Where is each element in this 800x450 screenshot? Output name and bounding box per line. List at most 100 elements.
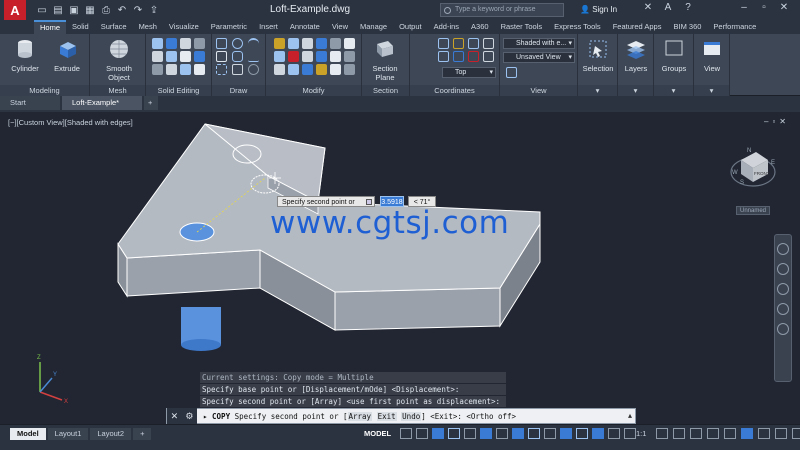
mirror-icon[interactable] [330, 38, 341, 49]
tab-mesh[interactable]: Mesh [133, 20, 163, 34]
imprint-icon[interactable] [152, 64, 163, 75]
polar-tracking-icon[interactable] [480, 428, 492, 439]
fillet-icon[interactable] [344, 38, 355, 49]
tab-a360[interactable]: A360 [465, 20, 495, 34]
ucs-3point-icon[interactable] [483, 38, 494, 49]
tab-solid[interactable]: Solid [66, 20, 95, 34]
shell-icon[interactable] [180, 51, 191, 62]
close-command-line-icon[interactable]: ✕ [171, 411, 179, 422]
add-layout-button[interactable]: + [133, 428, 152, 440]
smooth-object-button[interactable]: Smooth Object [102, 38, 136, 82]
trim-icon[interactable] [302, 38, 313, 49]
dynamic-input-icon[interactable] [448, 428, 460, 439]
isolate-objects-icon[interactable] [741, 428, 753, 439]
explode-icon[interactable] [344, 51, 355, 62]
hardware-acceleration-icon[interactable] [758, 428, 770, 439]
extract-edges-icon[interactable] [166, 51, 177, 62]
stretch-icon[interactable] [274, 51, 285, 62]
extrude-faces-icon[interactable] [194, 64, 205, 75]
lock-ui-icon[interactable] [724, 428, 736, 439]
annotation-monitor-icon[interactable] [673, 428, 685, 439]
autodesk-app-icon[interactable]: A [660, 2, 676, 16]
ortho-icon[interactable] [464, 428, 476, 439]
subtract-icon[interactable] [166, 38, 177, 49]
infer-constraints-icon[interactable] [432, 428, 444, 439]
search-input[interactable]: Type a keyword or phrase [440, 3, 564, 17]
redo-icon[interactable]: ↷ [132, 4, 144, 16]
ucs-z-icon[interactable] [468, 51, 479, 62]
new-tab-button[interactable]: + [144, 96, 158, 110]
array-icon[interactable] [316, 51, 327, 62]
quick-properties-icon[interactable] [707, 428, 719, 439]
undo-icon[interactable]: ↶ [116, 4, 128, 16]
named-view-dropdown[interactable]: Unnamed [736, 206, 770, 215]
3d-mirror-icon[interactable] [330, 64, 341, 75]
erase-icon[interactable] [288, 51, 299, 62]
zoom-icon[interactable] [777, 283, 789, 295]
save-as-icon[interactable]: ▦ [84, 4, 96, 16]
3d-rotate-icon[interactable] [302, 64, 313, 75]
taper-faces-icon[interactable] [180, 64, 191, 75]
ucs-y-icon[interactable] [453, 51, 464, 62]
customize-wrench-icon[interactable]: ⚙ [185, 411, 193, 422]
3d-align-icon[interactable] [344, 64, 355, 75]
workspace-gear-icon[interactable] [656, 428, 668, 439]
ucs-x-icon[interactable] [438, 51, 449, 62]
ucs-view-icon[interactable] [483, 51, 494, 62]
gizmo-icon[interactable] [608, 428, 620, 439]
command-line[interactable]: ✕ ⚙ ▸ COPY Specify second point or [Arra… [166, 408, 636, 424]
panel-label-view-expand[interactable]: ▾ [694, 85, 729, 96]
tab-featured-apps[interactable]: Featured Apps [607, 20, 668, 34]
app-menu-button[interactable]: A [4, 0, 26, 20]
grid-icon[interactable] [400, 428, 412, 439]
showmotion-icon[interactable] [777, 323, 789, 335]
separate-icon[interactable] [194, 51, 205, 62]
tab-performance[interactable]: Performance [707, 20, 762, 34]
tab-parametric[interactable]: Parametric [205, 20, 253, 34]
model-space-toggle[interactable]: MODEL [364, 429, 391, 438]
tab-manage[interactable]: Manage [354, 20, 393, 34]
tab-view[interactable]: View [326, 20, 354, 34]
move-icon[interactable] [274, 38, 285, 49]
3d-osnap-icon[interactable] [592, 428, 604, 439]
option-exit[interactable]: Exit [376, 411, 397, 421]
panel-label-selection-expand[interactable]: ▾ [578, 85, 617, 96]
close-icon[interactable]: ✕ [776, 2, 792, 16]
ucs-origin-icon[interactable] [468, 38, 479, 49]
file-tab-loft-example[interactable]: Loft-Example* [62, 96, 142, 110]
isometric-icon[interactable] [496, 428, 508, 439]
ucs-view-dropdown[interactable]: Top [442, 67, 496, 78]
option-undo[interactable]: Undo [401, 411, 422, 421]
tab-annotate[interactable]: Annotate [284, 20, 326, 34]
clean-screen-icon[interactable] [775, 428, 787, 439]
file-tab-start[interactable]: Start [0, 96, 60, 110]
command-history-recent-icon[interactable]: ▸ [203, 412, 212, 421]
ucs-icon[interactable] [438, 38, 449, 49]
polyline-icon[interactable] [248, 51, 259, 62]
command-prompt[interactable]: ▸ COPY Specify second point or [Array Ex… [197, 411, 516, 421]
rectangle-icon[interactable] [216, 51, 227, 62]
fillet-edge-icon[interactable] [152, 51, 163, 62]
pan-icon[interactable] [777, 263, 789, 275]
tab-raster-tools[interactable]: Raster Tools [495, 20, 549, 34]
share-icon[interactable]: ⇪ [148, 4, 160, 16]
groups-button[interactable]: Groups [657, 38, 691, 73]
ucs-world-icon[interactable] [453, 38, 464, 49]
snap-icon[interactable] [416, 428, 428, 439]
exchange-icon[interactable]: ✕ [640, 2, 656, 16]
align-icon[interactable] [274, 64, 285, 75]
tab-layout1[interactable]: Layout1 [47, 428, 89, 440]
customization-menu-icon[interactable] [792, 428, 800, 439]
tab-home[interactable]: Home [34, 20, 67, 34]
tab-express-tools[interactable]: Express Tools [548, 20, 607, 34]
3d-move-icon[interactable] [288, 64, 299, 75]
union-icon[interactable] [152, 38, 163, 49]
ellipse-icon[interactable] [248, 64, 259, 75]
polygon-icon[interactable] [232, 51, 243, 62]
open-folder-icon[interactable]: ▤ [52, 4, 64, 16]
saved-view-dropdown[interactable]: Unsaved View [503, 52, 575, 63]
tab-visualize[interactable]: Visualize [163, 20, 205, 34]
rotate-icon[interactable] [288, 38, 299, 49]
option-array[interactable]: Array [347, 411, 373, 421]
orbit-icon[interactable] [777, 303, 789, 315]
